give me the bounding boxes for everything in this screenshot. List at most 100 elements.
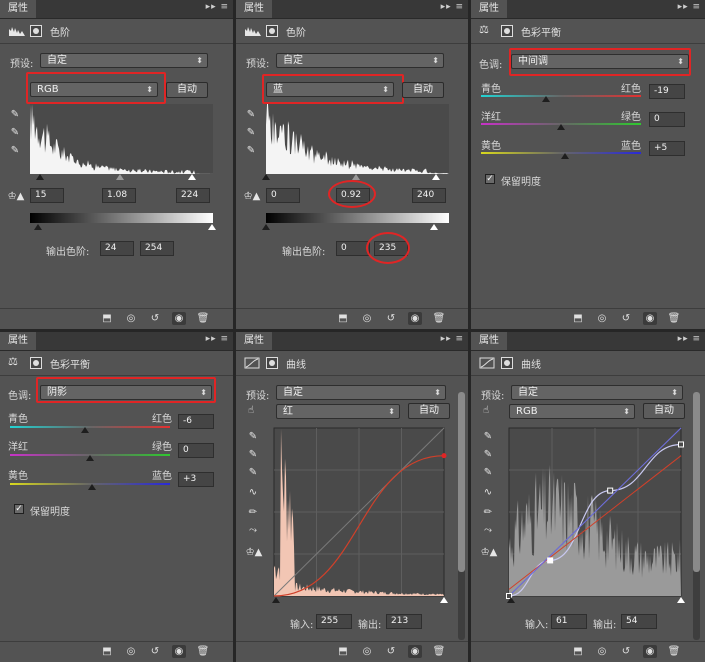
- panel-menu-icon[interactable]: ▸▸ ≡: [206, 334, 229, 344]
- tab-properties[interactable]: 属性: [471, 0, 507, 18]
- view-previous-icon[interactable]: ◎: [360, 645, 374, 658]
- output-black-slider[interactable]: [262, 224, 270, 230]
- output-white-slider[interactable]: [208, 224, 216, 230]
- curve-edit-icon[interactable]: ∿: [481, 486, 495, 500]
- output-white-field[interactable]: 254: [140, 241, 174, 256]
- yellow-blue-thumb[interactable]: [561, 153, 569, 159]
- trash-icon[interactable]: 🗑: [432, 312, 446, 325]
- magenta-green-field[interactable]: 0: [178, 443, 214, 458]
- yellow-blue-field[interactable]: +5: [649, 141, 685, 156]
- tab-properties[interactable]: 属性: [0, 332, 36, 350]
- reset-icon[interactable]: ↺: [619, 312, 633, 325]
- cyan-red-field[interactable]: -19: [649, 84, 685, 99]
- preset-dropdown[interactable]: 自定 ⬍: [511, 385, 683, 400]
- reset-icon[interactable]: ↺: [384, 312, 398, 325]
- preset-dropdown[interactable]: 自定 ⬍: [276, 385, 446, 400]
- visibility-eye-icon[interactable]: ◉: [643, 645, 657, 658]
- smooth-curve-icon[interactable]: ⤳: [481, 524, 495, 538]
- output-black-field[interactable]: 24: [100, 241, 134, 256]
- visibility-eye-icon[interactable]: ◉: [408, 312, 422, 325]
- input-value-field[interactable]: 255: [316, 614, 352, 629]
- black-eyedropper-icon[interactable]: ✎: [8, 108, 22, 122]
- view-previous-icon[interactable]: ◎: [124, 312, 138, 325]
- view-previous-icon[interactable]: ◎: [360, 312, 374, 325]
- input-value-field[interactable]: 61: [551, 614, 587, 629]
- preset-dropdown[interactable]: 自定 ⬍: [40, 53, 208, 68]
- gray-eyedropper-icon[interactable]: ✎: [244, 126, 258, 140]
- vertical-scrollbar[interactable]: [693, 392, 700, 640]
- input-black-field[interactable]: 0: [266, 188, 300, 203]
- reset-icon[interactable]: ↺: [148, 312, 162, 325]
- yellow-blue-field[interactable]: +3: [178, 472, 214, 487]
- layer-mask-icon[interactable]: [30, 25, 42, 37]
- trash-icon[interactable]: 🗑: [432, 645, 446, 658]
- output-black-field[interactable]: 0: [336, 241, 370, 256]
- visibility-eye-icon[interactable]: ◉: [172, 645, 186, 658]
- gray-eyedropper-icon[interactable]: ✎: [481, 448, 495, 462]
- input-white-field[interactable]: 240: [412, 188, 446, 203]
- panel-menu-icon[interactable]: ▸▸ ≡: [678, 334, 701, 344]
- tab-properties[interactable]: 属性: [236, 332, 272, 350]
- pencil-draw-icon[interactable]: ✏: [246, 506, 260, 520]
- output-white-slider[interactable]: [430, 224, 438, 230]
- trash-icon[interactable]: 🗑: [196, 312, 210, 325]
- visibility-eye-icon[interactable]: ◉: [172, 312, 186, 325]
- reset-icon[interactable]: ↺: [148, 645, 162, 658]
- magenta-green-field[interactable]: 0: [649, 112, 685, 127]
- clip-to-layer-icon[interactable]: ⬒: [100, 312, 114, 325]
- clip-to-layer-icon[interactable]: ⬒: [336, 312, 350, 325]
- white-point-slider[interactable]: [677, 597, 685, 603]
- curve-edit-icon[interactable]: ∿: [246, 486, 260, 500]
- trash-icon[interactable]: 🗑: [667, 645, 681, 658]
- clipping-warning-icon[interactable]: ♔▲: [244, 546, 264, 560]
- clip-to-layer-icon[interactable]: ⬒: [336, 645, 350, 658]
- cyan-red-slider[interactable]: [10, 426, 170, 428]
- cyan-red-thumb[interactable]: [541, 96, 550, 102]
- white-eyedropper-icon[interactable]: ✎: [481, 466, 495, 480]
- trash-icon[interactable]: 🗑: [667, 312, 681, 325]
- white-eyedropper-icon[interactable]: ✎: [8, 144, 22, 158]
- input-white-field[interactable]: 224: [176, 188, 210, 203]
- smooth-curve-icon[interactable]: ⤳: [246, 524, 260, 538]
- layer-mask-icon[interactable]: [266, 357, 278, 369]
- clipping-warning-icon[interactable]: ♔▲: [479, 546, 499, 560]
- input-gamma-field[interactable]: 1.08: [102, 188, 136, 203]
- tab-properties[interactable]: 属性: [236, 0, 272, 18]
- clip-to-layer-icon[interactable]: ⬒: [571, 645, 585, 658]
- clip-to-layer-icon[interactable]: ⬒: [100, 645, 114, 658]
- output-black-slider[interactable]: [34, 224, 42, 230]
- input-white-slider[interactable]: [188, 174, 196, 180]
- scrollbar-thumb[interactable]: [693, 392, 700, 572]
- black-eyedropper-icon[interactable]: ✎: [481, 430, 495, 444]
- scrollbar-thumb[interactable]: [458, 392, 465, 572]
- view-previous-icon[interactable]: ◎: [595, 312, 609, 325]
- input-black-field[interactable]: 15: [30, 188, 64, 203]
- black-point-slider[interactable]: [507, 597, 515, 603]
- auto-button[interactable]: 自动: [166, 82, 208, 98]
- magenta-green-thumb[interactable]: [86, 455, 94, 461]
- on-image-adjust-hand-icon[interactable]: ☝: [479, 404, 493, 418]
- auto-button[interactable]: 自动: [402, 82, 444, 98]
- layer-mask-icon[interactable]: [30, 357, 42, 369]
- channel-dropdown[interactable]: 红 ⬍: [276, 404, 400, 419]
- reset-icon[interactable]: ↺: [384, 645, 398, 658]
- white-eyedropper-icon[interactable]: ✎: [246, 466, 260, 480]
- view-previous-icon[interactable]: ◎: [595, 645, 609, 658]
- panel-menu-icon[interactable]: ▸▸ ≡: [206, 2, 229, 12]
- gray-eyedropper-icon[interactable]: ✎: [246, 448, 260, 462]
- view-previous-icon[interactable]: ◎: [124, 645, 138, 658]
- input-gamma-slider[interactable]: [116, 174, 124, 180]
- tab-properties[interactable]: 属性: [471, 332, 507, 350]
- visibility-eye-icon[interactable]: ◉: [408, 645, 422, 658]
- panel-menu-icon[interactable]: ▸▸ ≡: [678, 2, 701, 12]
- input-black-slider[interactable]: [262, 174, 270, 180]
- preset-dropdown[interactable]: 自定 ⬍: [276, 53, 444, 68]
- clip-to-layer-icon[interactable]: ⬒: [571, 312, 585, 325]
- magenta-green-thumb[interactable]: [557, 124, 565, 130]
- trash-icon[interactable]: 🗑: [196, 645, 210, 658]
- black-eyedropper-icon[interactable]: ✎: [244, 108, 258, 122]
- cyan-red-slider[interactable]: [481, 95, 641, 97]
- yellow-blue-thumb[interactable]: [88, 484, 97, 490]
- cyan-red-field[interactable]: -6: [178, 414, 214, 429]
- black-point-slider[interactable]: [272, 597, 280, 603]
